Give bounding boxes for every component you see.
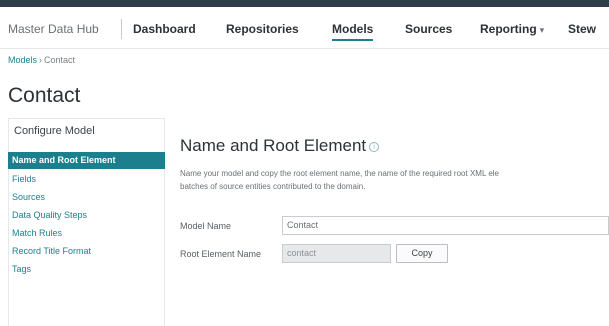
sidebar-item-name-root[interactable]: Name and Root Element bbox=[8, 152, 165, 169]
root-element-label: Root Element Name bbox=[180, 249, 262, 259]
breadcrumb-separator: › bbox=[39, 55, 43, 65]
description-line-1: Name your model and copy the root elemen… bbox=[180, 169, 499, 178]
nav-stewardship[interactable]: Stew bbox=[568, 22, 596, 36]
root-element-input[interactable]: contact bbox=[282, 244, 391, 263]
model-name-input[interactable]: Contact bbox=[282, 216, 609, 235]
breadcrumb-current: Contact bbox=[44, 55, 76, 65]
description-line-2: batches of source entities contributed t… bbox=[180, 182, 366, 191]
app-brand[interactable]: Master Data Hub bbox=[8, 22, 99, 36]
nav-reporting[interactable]: Reporting ▾ bbox=[480, 22, 544, 36]
breadcrumb: Models › Contact bbox=[8, 55, 75, 65]
page-title: Contact bbox=[8, 84, 81, 107]
nav-sources[interactable]: Sources bbox=[405, 22, 452, 36]
copy-button[interactable]: Copy bbox=[396, 244, 448, 263]
section-title-text: Name and Root Element bbox=[180, 136, 367, 155]
model-name-label: Model Name bbox=[180, 221, 232, 231]
configure-sidebar bbox=[8, 118, 165, 326]
nav-models[interactable]: Models bbox=[332, 22, 374, 41]
sidebar-heading: Configure Model bbox=[14, 125, 95, 137]
sidebar-item-record-title[interactable]: Record Title Format bbox=[12, 246, 91, 256]
sidebar-item-fields[interactable]: Fields bbox=[12, 174, 36, 184]
nav-repositories[interactable]: Repositories bbox=[226, 22, 299, 36]
sidebar-item-sources[interactable]: Sources bbox=[12, 192, 45, 202]
top-navbar: Master Data Hub Dashboard Repositories M… bbox=[0, 7, 609, 49]
nav-reporting-label: Reporting bbox=[480, 22, 537, 36]
section-title: Name and Root Element i bbox=[180, 136, 380, 156]
sidebar-item-match-rules[interactable]: Match Rules bbox=[12, 228, 62, 238]
sidebar-item-data-quality[interactable]: Data Quality Steps bbox=[12, 210, 87, 220]
sidebar-item-tags[interactable]: Tags bbox=[12, 264, 31, 274]
top-accent-bar bbox=[0, 0, 609, 7]
nav-divider bbox=[121, 19, 122, 39]
nav-dashboard[interactable]: Dashboard bbox=[133, 22, 196, 36]
chevron-down-icon: ▾ bbox=[539, 25, 545, 35]
breadcrumb-models-link[interactable]: Models bbox=[8, 55, 37, 65]
info-icon[interactable]: i bbox=[369, 141, 380, 152]
